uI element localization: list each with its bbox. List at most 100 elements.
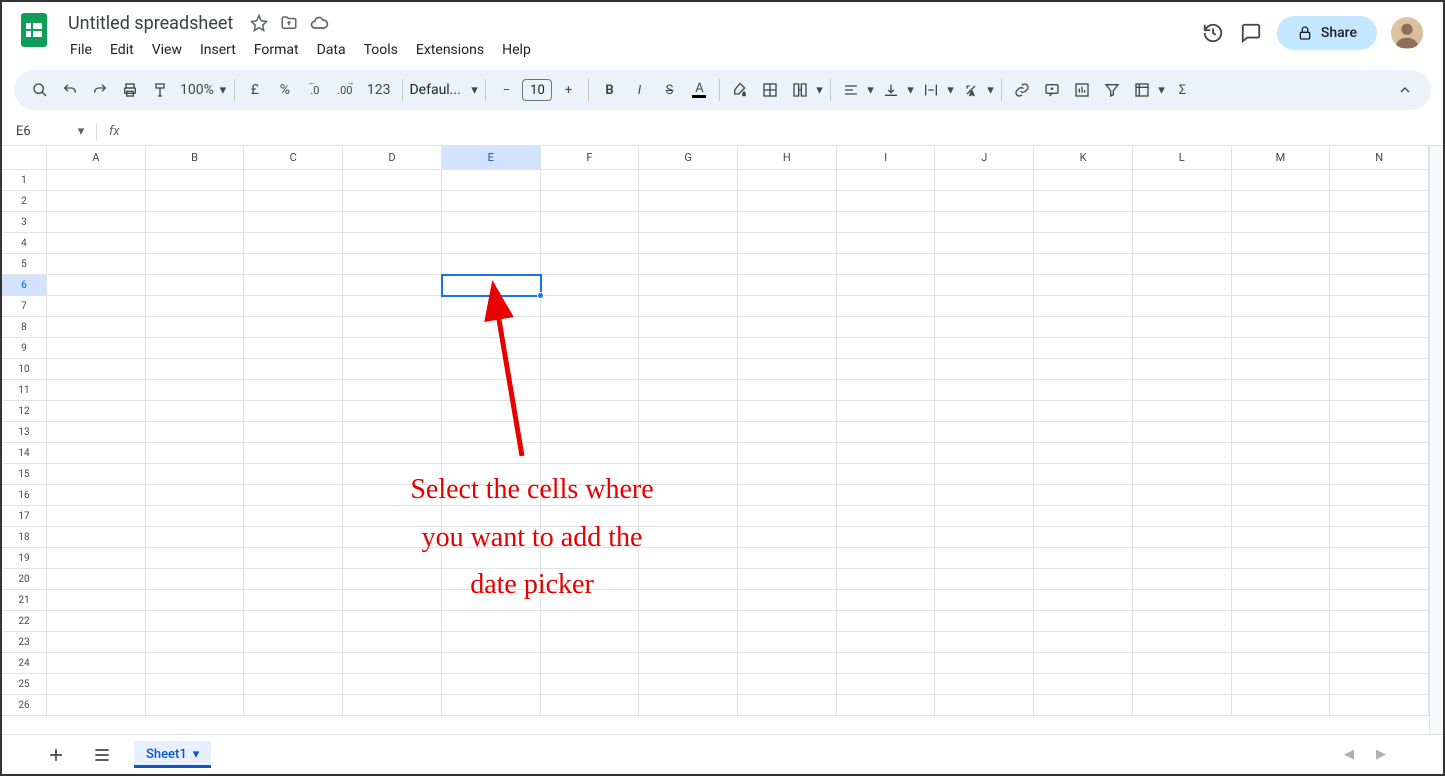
cell[interactable] xyxy=(639,254,738,275)
column-header[interactable]: I xyxy=(837,146,936,170)
cell[interactable] xyxy=(47,296,146,317)
chevron-down-icon[interactable]: ▾ xyxy=(905,83,915,98)
column-header[interactable]: K xyxy=(1034,146,1133,170)
menu-view[interactable]: View xyxy=(144,38,190,62)
functions-icon[interactable]: Σ xyxy=(1168,76,1196,104)
cell[interactable] xyxy=(935,527,1034,548)
cell[interactable] xyxy=(935,674,1034,695)
cell[interactable] xyxy=(738,569,837,590)
row-header[interactable]: 16 xyxy=(2,485,47,506)
cell[interactable] xyxy=(837,485,936,506)
cell[interactable] xyxy=(1232,590,1331,611)
cell[interactable] xyxy=(146,548,245,569)
column-header[interactable]: E xyxy=(442,146,541,170)
select-all-corner[interactable] xyxy=(2,146,47,170)
cell[interactable] xyxy=(146,401,245,422)
cell[interactable] xyxy=(244,590,343,611)
cell[interactable] xyxy=(1034,674,1133,695)
cell[interactable] xyxy=(837,590,936,611)
cell[interactable] xyxy=(935,380,1034,401)
cell[interactable] xyxy=(244,296,343,317)
cell[interactable] xyxy=(639,632,738,653)
cell[interactable] xyxy=(343,422,442,443)
all-sheets-button[interactable] xyxy=(88,741,116,769)
cell[interactable] xyxy=(1034,632,1133,653)
cell[interactable] xyxy=(146,275,245,296)
cell[interactable] xyxy=(541,422,640,443)
cell[interactable] xyxy=(1330,401,1429,422)
cell[interactable] xyxy=(639,653,738,674)
cell[interactable] xyxy=(343,254,442,275)
cell[interactable] xyxy=(639,611,738,632)
cell[interactable] xyxy=(1133,674,1232,695)
cell[interactable] xyxy=(244,317,343,338)
insert-link-icon[interactable] xyxy=(1008,76,1036,104)
cell[interactable] xyxy=(639,485,738,506)
cell[interactable] xyxy=(442,653,541,674)
cell[interactable] xyxy=(1232,338,1331,359)
cell[interactable] xyxy=(442,191,541,212)
fontsize-increase-button[interactable]: + xyxy=(554,76,582,104)
cell[interactable] xyxy=(935,254,1034,275)
tab-scroll-left[interactable]: ◀ xyxy=(1337,743,1361,767)
cell[interactable] xyxy=(442,380,541,401)
cell[interactable] xyxy=(244,212,343,233)
cell[interactable] xyxy=(1232,275,1331,296)
cell[interactable] xyxy=(541,275,640,296)
cell[interactable] xyxy=(935,338,1034,359)
cell[interactable] xyxy=(47,632,146,653)
horizontal-align-button[interactable] xyxy=(837,76,865,104)
cell[interactable] xyxy=(146,653,245,674)
cell[interactable] xyxy=(639,548,738,569)
borders-button[interactable] xyxy=(756,76,784,104)
row-header[interactable]: 19 xyxy=(2,548,47,569)
cell[interactable] xyxy=(442,611,541,632)
cell[interactable] xyxy=(1232,443,1331,464)
cell[interactable] xyxy=(837,422,936,443)
cell[interactable] xyxy=(837,674,936,695)
cell[interactable] xyxy=(935,695,1034,716)
cell[interactable] xyxy=(1034,191,1133,212)
cell[interactable] xyxy=(1232,674,1331,695)
strikethrough-button[interactable]: S xyxy=(655,76,683,104)
chevron-down-icon[interactable]: ▾ xyxy=(865,83,875,98)
formula-input[interactable] xyxy=(126,124,1443,139)
more-formats-button[interactable]: 123 xyxy=(361,76,397,104)
italic-button[interactable]: I xyxy=(625,76,653,104)
document-title[interactable]: Untitled spreadsheet xyxy=(62,11,239,36)
cell[interactable] xyxy=(738,296,837,317)
cell[interactable] xyxy=(343,695,442,716)
text-color-button[interactable]: A xyxy=(685,76,713,104)
cell[interactable] xyxy=(541,632,640,653)
cell[interactable] xyxy=(738,611,837,632)
cell[interactable] xyxy=(1330,422,1429,443)
cell[interactable] xyxy=(442,674,541,695)
cell[interactable] xyxy=(1232,380,1331,401)
cell[interactable] xyxy=(343,170,442,191)
cell[interactable] xyxy=(639,275,738,296)
cell[interactable] xyxy=(1133,380,1232,401)
cell[interactable] xyxy=(935,212,1034,233)
row-header[interactable]: 2 xyxy=(2,191,47,212)
cell[interactable] xyxy=(1034,338,1133,359)
cell[interactable] xyxy=(1330,569,1429,590)
cell[interactable] xyxy=(837,653,936,674)
cell[interactable] xyxy=(837,317,936,338)
cell[interactable] xyxy=(244,254,343,275)
cell[interactable] xyxy=(1232,233,1331,254)
search-menus-icon[interactable] xyxy=(26,76,54,104)
cell[interactable] xyxy=(442,464,541,485)
cell[interactable] xyxy=(343,443,442,464)
column-header[interactable]: D xyxy=(343,146,442,170)
cell[interactable] xyxy=(1133,212,1232,233)
cell[interactable] xyxy=(837,233,936,254)
cell[interactable] xyxy=(541,611,640,632)
cell[interactable] xyxy=(541,485,640,506)
cell[interactable] xyxy=(935,611,1034,632)
cell[interactable] xyxy=(244,695,343,716)
cell[interactable] xyxy=(1133,275,1232,296)
cell[interactable] xyxy=(1330,506,1429,527)
cell[interactable] xyxy=(1034,401,1133,422)
cell[interactable] xyxy=(244,422,343,443)
cell[interactable] xyxy=(146,317,245,338)
